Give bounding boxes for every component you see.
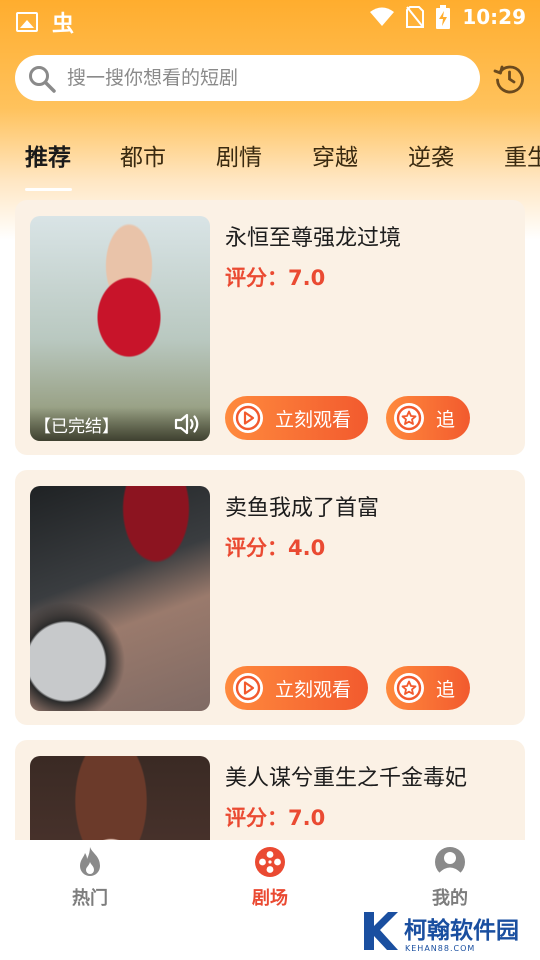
nav-theater[interactable]: 剧场 xyxy=(220,846,320,910)
watermark-brand: 柯翰软件园 xyxy=(404,917,519,944)
category-tabs: 推荐 都市 剧情 穿越 逆袭 重生 xyxy=(0,138,540,194)
watermark-url: KEHAN88.COM xyxy=(405,944,476,953)
wifi-icon xyxy=(370,7,395,26)
drama-title[interactable]: 美人谋兮重生之千金毒妃 xyxy=(225,760,467,792)
drama-title[interactable]: 永恒至尊强龙过境 xyxy=(225,220,401,252)
no-sim-icon xyxy=(406,6,425,28)
tab-rebirth[interactable]: 重生 xyxy=(504,138,540,172)
clock: 10:29 xyxy=(462,5,526,29)
star-icon xyxy=(394,403,424,433)
drama-poster[interactable] xyxy=(30,756,210,840)
drama-score: 评分：4.0 xyxy=(225,536,326,560)
search-input[interactable] xyxy=(67,55,467,101)
drama-score: 评分：7.0 xyxy=(225,806,326,830)
user-icon xyxy=(435,847,465,878)
tab-recommend[interactable]: 推荐 xyxy=(25,138,71,172)
follow-button[interactable]: 追 xyxy=(386,396,470,440)
history-icon[interactable] xyxy=(493,62,526,95)
nav-hot[interactable]: 热门 xyxy=(40,846,140,910)
drama-poster[interactable]: 【已完结】 xyxy=(30,216,210,441)
play-icon xyxy=(233,673,263,703)
battery-charging-icon xyxy=(436,5,451,29)
play-icon xyxy=(233,403,263,433)
follow-label: 追 xyxy=(436,408,456,431)
watermark-logo-icon xyxy=(364,912,398,950)
follow-label: 追 xyxy=(436,678,456,701)
search-icon xyxy=(29,66,56,93)
star-icon xyxy=(394,673,424,703)
nav-mine-label: 我的 xyxy=(432,888,468,909)
watch-now-button[interactable]: 立刻观看 xyxy=(225,666,368,710)
drama-list[interactable]: 【已完结】 永恒至尊强龙过境 评分：7.0 立刻观看 追 卖鱼我成了首富 评分：… xyxy=(0,198,540,840)
drama-title[interactable]: 卖鱼我成了首富 xyxy=(225,490,379,522)
search-bar[interactable] xyxy=(15,55,480,101)
fire-icon xyxy=(80,847,100,876)
image-notification-icon xyxy=(16,12,38,32)
drama-poster[interactable] xyxy=(30,486,210,711)
tab-comeback[interactable]: 逆袭 xyxy=(408,138,454,172)
drama-card[interactable]: 卖鱼我成了首富 评分：4.0 立刻观看 追 xyxy=(15,470,525,725)
tab-time-travel[interactable]: 穿越 xyxy=(312,138,358,172)
watch-now-label: 立刻观看 xyxy=(275,678,352,701)
tab-drama[interactable]: 剧情 xyxy=(216,138,262,172)
app-notification-icon: 虫 xyxy=(52,12,75,37)
tab-urban[interactable]: 都市 xyxy=(120,138,166,172)
drama-score: 评分：7.0 xyxy=(225,266,326,290)
watermark: 柯翰软件园 KEHAN88.COM xyxy=(360,908,519,954)
follow-button[interactable]: 追 xyxy=(386,666,470,710)
status-badge: 【已完结】 xyxy=(34,417,119,437)
drama-card[interactable]: 美人谋兮重生之千金毒妃 评分：7.0 xyxy=(15,740,525,840)
nav-mine[interactable]: 我的 xyxy=(400,846,500,910)
watch-now-button[interactable]: 立刻观看 xyxy=(225,396,368,440)
tab-active-indicator xyxy=(25,188,72,191)
watch-now-label: 立刻观看 xyxy=(275,408,352,431)
nav-theater-label: 剧场 xyxy=(252,888,288,909)
drama-card[interactable]: 【已完结】 永恒至尊强龙过境 评分：7.0 立刻观看 追 xyxy=(15,200,525,455)
film-reel-icon xyxy=(255,847,285,877)
speaker-icon[interactable] xyxy=(174,412,202,436)
nav-hot-label: 热门 xyxy=(72,888,108,909)
status-bar: 虫 10:29 xyxy=(0,0,540,38)
